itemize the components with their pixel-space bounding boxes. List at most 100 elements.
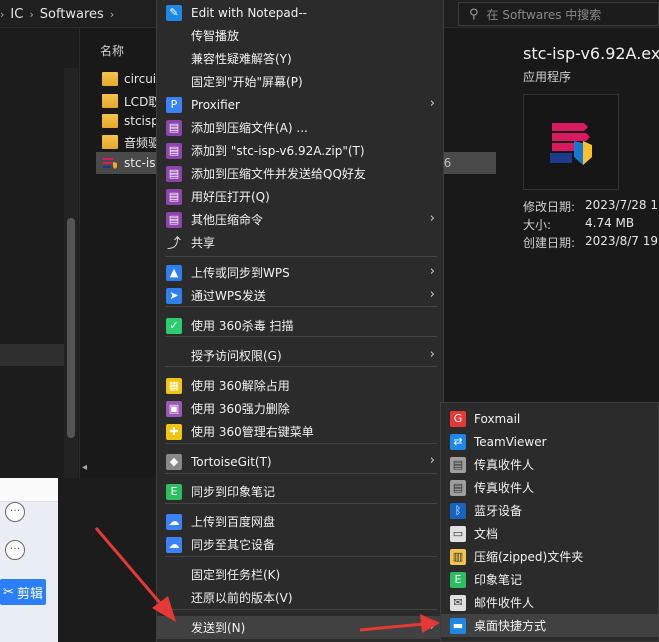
send-to-item[interactable]: ▥ 压缩(zipped)文件夹 [441, 545, 659, 568]
scrollbar-thumb[interactable] [67, 218, 75, 438]
send-to-item[interactable]: G Foxmail [441, 407, 659, 430]
details-pane: stc-isp-v6.92A.exe 应用程序 修改日期: 2023/7/28 … [500, 28, 659, 400]
navigation-pane[interactable] [0, 28, 80, 478]
zip-folder-icon: ▥ [450, 548, 466, 565]
scroll-left-icon[interactable]: ◂ [82, 462, 87, 473]
more-options-button[interactable]: ··· [5, 540, 25, 560]
send-to-item-label: 印象笔记 [474, 573, 523, 587]
chevron-right-icon: › [429, 287, 435, 302]
menu-item[interactable]: ▤ 添加到压缩文件(A) ... [157, 116, 445, 139]
menu-item[interactable]: P Proxifier › [157, 93, 445, 116]
send-to-item[interactable]: ᛒ 蓝牙设备 [441, 499, 659, 522]
details-modified-row: 修改日期: 2023/7/28 17 [523, 198, 659, 215]
menu-item[interactable]: ▦ 使用 360解除占用 [157, 374, 445, 397]
send-to-item-label: 桌面快捷方式 [474, 619, 547, 633]
menu-item[interactable]: ☁ 上传到百度网盘 [157, 510, 445, 533]
send-to-item-label: 压缩(zipped)文件夹 [474, 550, 584, 564]
menu-item[interactable]: E 同步到印象笔记 [157, 480, 445, 503]
menu-item[interactable]: ➤ 通过WPS发送 › [157, 284, 445, 307]
foxmail-icon: G [450, 410, 466, 427]
background-app-toolbar [0, 478, 58, 502]
menu-item[interactable]: 固定到"开始"屏幕(P) [157, 70, 445, 93]
send-to-item[interactable]: ▭ 文档 [441, 522, 659, 545]
wps-upload-icon: ▲ [166, 264, 182, 281]
menu-item-label: 发送到(N) [191, 621, 246, 635]
menu-item-label: 固定到任务栏(K) [191, 568, 281, 582]
blank-icon-slot [166, 28, 182, 44]
chevron-right-icon: › [429, 347, 435, 362]
tortoisegit-icon: ◆ [166, 453, 182, 470]
send-to-item[interactable]: ✉ 邮件收件人 [441, 591, 659, 614]
size-label: 大小: [523, 218, 552, 232]
menu-item[interactable]: 还原以前的版本(V) [157, 586, 445, 609]
fax-icon: ▤ [450, 456, 466, 473]
menu-item-label: 添加到压缩文件并发送给QQ好友 [191, 167, 366, 181]
evernote-icon: E [450, 571, 466, 588]
menu-item[interactable]: ▤ 添加到压缩文件并发送给QQ好友 [157, 162, 445, 185]
chevron-right-icon: › [429, 619, 435, 634]
column-header-name[interactable]: 名称 [100, 42, 124, 59]
menu-item[interactable]: ▣ 使用 360强力删除 [157, 397, 445, 420]
cut-button[interactable]: ✂ 剪辑 [0, 579, 46, 605]
menu-item-label: 还原以前的版本(V) [191, 591, 293, 605]
evernote-icon: E [166, 483, 182, 500]
menu-item-label: 使用 360杀毒 扫描 [191, 319, 294, 333]
modified-value: 2023/7/28 17 [585, 198, 659, 212]
send-to-item[interactable]: ▤ 传真收件人 [441, 476, 659, 499]
send-to-item-label: TeamViewer [474, 434, 547, 449]
menu-item-label: 使用 360解除占用 [191, 379, 290, 393]
search-input[interactable]: ⚲ 在 Softwares 中搜索 [458, 2, 659, 26]
created-value: 2023/8/7 19: [585, 234, 659, 248]
360-shield-icon: ✓ [166, 317, 182, 334]
size-value: 4.74 MB [585, 216, 635, 230]
menu-separator [165, 609, 437, 610]
send-to-item[interactable]: ▤ 传真收件人 [441, 453, 659, 476]
menu-item[interactable]: 发送到(N) › [157, 616, 445, 639]
menu-item-label: 传智播放 [191, 29, 240, 43]
menu-item[interactable]: ✓ 使用 360杀毒 扫描 [157, 314, 445, 337]
menu-item[interactable]: 固定到任务栏(K) [157, 563, 445, 586]
chevron-right-icon: › [429, 453, 435, 468]
context-menu: ✎ Edit with Notepad-- 传智播放兼容性疑难解答(Y) 固定到"开始… [156, 0, 445, 642]
menu-item[interactable]: ✚ 使用 360管理右键菜单 [157, 420, 445, 443]
winrar-icon: ▤ [166, 211, 182, 228]
blank-icon-slot [166, 348, 182, 364]
more-options-button[interactable]: ··· [5, 502, 25, 522]
menu-item[interactable]: 授予访问权限(G) › [157, 344, 445, 367]
chevron-right-icon: › [429, 211, 435, 226]
horizontal-scrollbar[interactable]: ◂ [82, 462, 162, 476]
menu-item-label: 其他压缩命令 [191, 213, 264, 227]
send-to-item[interactable]: ⇄ TeamViewer [441, 430, 659, 453]
menu-item[interactable]: ⤴ 共享 [157, 231, 445, 254]
nav-selected-item[interactable] [0, 344, 64, 366]
menu-item[interactable]: 传智播放 [157, 24, 445, 47]
menu-separator [165, 443, 437, 444]
menu-item-label: TortoiseGit(T) [191, 454, 272, 469]
menu-separator [165, 256, 437, 257]
menu-item[interactable]: ✎ Edit with Notepad-- [157, 1, 445, 24]
scissors-icon: ✂ [3, 584, 14, 600]
menu-item[interactable]: ▤ 其他压缩命令 › [157, 208, 445, 231]
menu-item[interactable]: ▲ 上传或同步到WPS › [157, 261, 445, 284]
menu-item[interactable]: ☁ 同步至其它设备 [157, 533, 445, 556]
send-to-item[interactable]: E 印象笔记 [441, 568, 659, 591]
menu-item[interactable]: ◆ TortoiseGit(T) › [157, 450, 445, 473]
menu-item[interactable]: ▤ 添加到 "stc-isp-v6.92A.zip"(T) [157, 139, 445, 162]
winrar-icon: ▤ [166, 165, 182, 182]
menu-item-label: 使用 360强力删除 [191, 402, 290, 416]
notepad-icon: ✎ [166, 4, 182, 21]
menu-item[interactable]: ▤ 用好压打开(Q) [157, 185, 445, 208]
nav-scrollbar[interactable] [64, 68, 78, 478]
blank-icon-slot [166, 51, 182, 67]
winrar-icon: ▤ [166, 119, 182, 136]
menu-item[interactable]: 兼容性疑难解答(Y) [157, 47, 445, 70]
send-to-item-label: 传真收件人 [474, 481, 535, 495]
menu-separator [165, 473, 437, 474]
menu-item-label: 固定到"开始"屏幕(P) [191, 75, 303, 89]
breadcrumb-item-softwares[interactable]: Softwares [40, 7, 104, 22]
send-to-item[interactable]: ▬ 桌面快捷方式 [441, 614, 659, 637]
baidu-sync-icon: ☁ [166, 536, 182, 553]
send-to-item-label: Foxmail [474, 411, 521, 426]
chevron-right-icon: › [29, 7, 34, 21]
breadcrumb-item-ic[interactable]: IC [10, 7, 23, 22]
